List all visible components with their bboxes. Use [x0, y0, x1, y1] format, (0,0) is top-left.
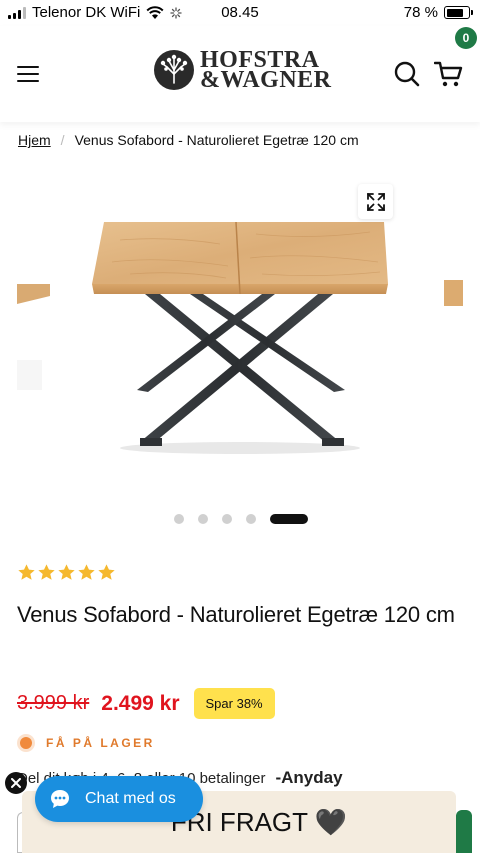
star-icon	[38, 564, 55, 580]
stock-status: FÅ PÅ LAGER	[20, 736, 155, 750]
expand-icon	[366, 192, 385, 211]
hamburger-icon[interactable]	[17, 66, 39, 82]
chat-button-label: Chat med os	[85, 790, 176, 807]
status-right: 78 %	[403, 4, 473, 21]
close-icon	[11, 778, 21, 788]
sale-price: 2.499 kr	[101, 691, 180, 715]
cart-icon[interactable]	[434, 60, 464, 88]
star-icon	[78, 564, 95, 580]
old-price: 3.999 kr	[17, 692, 90, 714]
product-gallery[interactable]	[0, 170, 480, 500]
star-icon	[98, 564, 115, 580]
anyday-logo: -Anyday	[275, 768, 343, 787]
fullscreen-button[interactable]	[358, 184, 393, 219]
breadcrumb: Hjem / Venus Sofabord - Naturolieret Ege…	[18, 132, 359, 148]
add-to-cart-button-edge[interactable]	[456, 810, 472, 853]
chat-bubble-icon	[51, 790, 69, 808]
price-row: 3.999 kr 2.499 kr Spar 38%	[17, 688, 275, 719]
stock-indicator-dot	[20, 737, 32, 749]
cart-count-badge[interactable]: 0	[455, 27, 477, 49]
prev-slide-peek	[17, 284, 50, 390]
chat-close-button[interactable]	[5, 772, 27, 794]
brand-logo[interactable]: HOFSTRA &WAGNER	[154, 48, 332, 93]
status-bar: Telenor DK WiFi 08.45 78 %	[0, 0, 480, 26]
breadcrumb-home-link[interactable]: Hjem	[18, 132, 51, 148]
gallery-dot[interactable]	[222, 514, 232, 524]
product-title: Venus Sofabord - Naturolieret Egetræ 120…	[17, 602, 455, 627]
gallery-dot[interactable]	[174, 514, 184, 524]
gallery-pagination	[174, 514, 308, 524]
gallery-dot[interactable]	[270, 514, 308, 524]
logo-text: HOFSTRA &WAGNER	[200, 48, 332, 93]
battery-fill	[446, 8, 463, 17]
next-slide-peek	[444, 280, 463, 306]
rating-stars[interactable]	[17, 563, 116, 582]
discount-badge: Spar 38%	[193, 688, 275, 719]
stock-text: FÅ PÅ LAGER	[46, 736, 155, 750]
search-icon[interactable]	[393, 60, 421, 88]
battery-icon	[444, 6, 473, 19]
star-icon	[18, 564, 35, 580]
gallery-dot[interactable]	[198, 514, 208, 524]
chat-button[interactable]: Chat med os	[35, 776, 203, 822]
logo-line-2: &WAGNER	[200, 67, 332, 93]
star-icon	[58, 564, 75, 580]
product-image	[17, 221, 463, 454]
site-header: HOFSTRA &WAGNER	[0, 26, 480, 122]
battery-percent: 78 %	[403, 4, 438, 21]
breadcrumb-current: Venus Sofabord - Naturolieret Egetræ 120…	[74, 132, 359, 148]
tree-logo-icon	[154, 50, 194, 90]
gallery-dot[interactable]	[246, 514, 256, 524]
breadcrumb-separator: /	[60, 132, 65, 148]
anyday-brand: Anyday	[281, 768, 343, 787]
